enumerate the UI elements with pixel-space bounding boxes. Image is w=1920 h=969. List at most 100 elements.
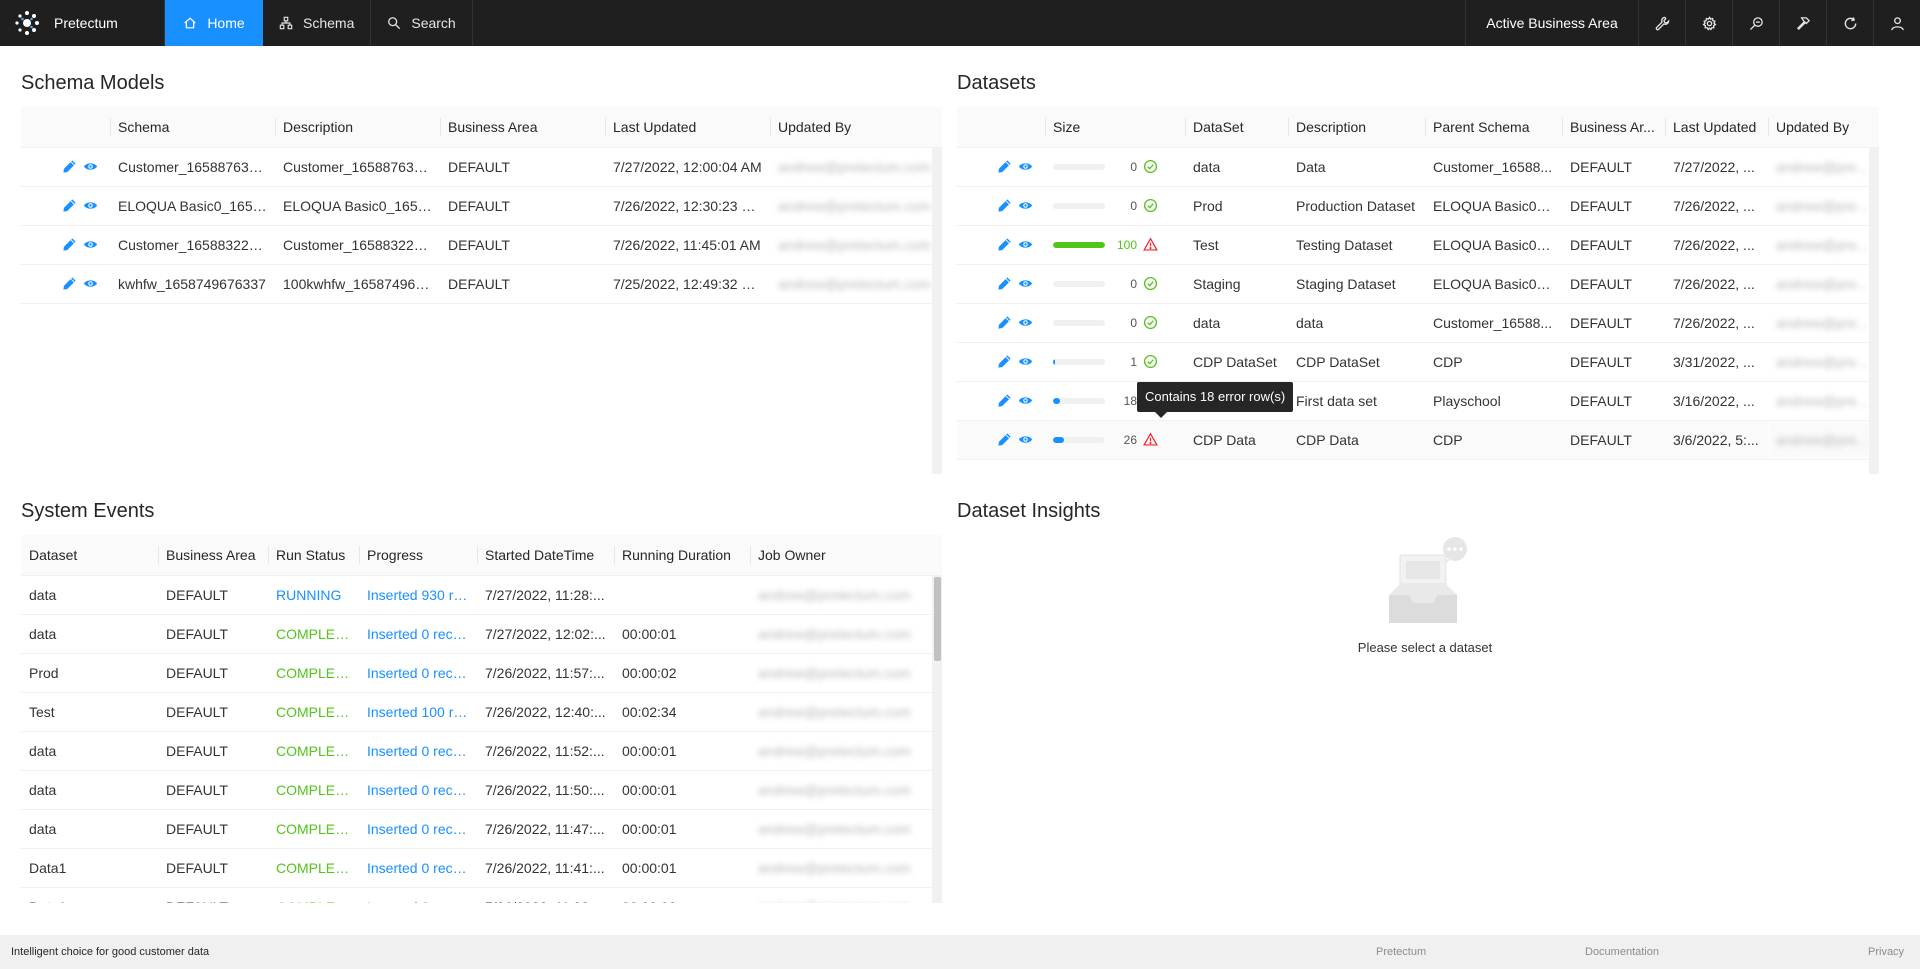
col-ds-description[interactable]: Description: [1288, 107, 1425, 148]
col-schema[interactable]: Schema: [110, 107, 275, 148]
view-icon[interactable]: [1018, 276, 1033, 291]
event-row[interactable]: data DEFAULT COMPLET... Inserted 0 record(s…: [21, 809, 942, 849]
system-events-scrollbar-thumb[interactable]: [934, 577, 941, 661]
col-ds-updated-by[interactable]: Updated By: [1768, 107, 1879, 148]
view-icon[interactable]: [83, 237, 98, 252]
event-progress[interactable]: Inserted 0 record(s): [359, 887, 477, 903]
dataset-row[interactable]: 26 CDP Data CDP Data CDP DEFAULT 3/6/2022, 5:…: [957, 420, 1879, 460]
view-icon[interactable]: [1018, 315, 1033, 330]
view-icon[interactable]: [1018, 198, 1033, 213]
col-se-business-area[interactable]: Business Area: [158, 535, 268, 576]
event-progress[interactable]: Inserted 0 record(s): [359, 809, 477, 849]
footer-link-privacy[interactable]: Privacy: [1868, 946, 1904, 958]
event-duration: 00:00:02: [614, 887, 750, 903]
view-icon[interactable]: [1018, 393, 1033, 408]
col-description[interactable]: Description: [275, 107, 440, 148]
event-progress[interactable]: Inserted 0 record(s): [359, 848, 477, 888]
event-progress[interactable]: Inserted 0 record(s): [359, 770, 477, 810]
col-se-run-status[interactable]: Run Status: [268, 535, 359, 576]
col-se-dataset[interactable]: Dataset: [21, 535, 158, 576]
edit-icon[interactable]: [62, 159, 77, 174]
view-icon[interactable]: [1018, 237, 1033, 252]
brand[interactable]: Pretectum: [0, 0, 164, 46]
status-ok[interactable]: [1143, 159, 1158, 174]
event-progress[interactable]: Inserted 0 record(s): [359, 614, 477, 654]
event-row[interactable]: Prod DEFAULT COMPLET... Inserted 0 record(s…: [21, 653, 942, 693]
tools-button[interactable]: [1638, 0, 1685, 46]
event-run-status: COMPLET...: [268, 848, 359, 888]
event-progress[interactable]: Inserted 100 records: [359, 692, 477, 732]
edit-icon[interactable]: [997, 237, 1012, 252]
dataset-row[interactable]: 18First data setFirst data setPlayschool…: [957, 381, 1879, 421]
col-ds-parent-schema[interactable]: Parent Schema: [1425, 107, 1562, 148]
col-se-started[interactable]: Started DateTime: [477, 535, 614, 576]
event-row[interactable]: data DEFAULT COMPLET... Inserted 0 record(s…: [21, 770, 942, 810]
col-ds-size[interactable]: Size: [1045, 107, 1185, 148]
event-row[interactable]: dataDEFAULTRUNNINGInserted 930 records7/…: [21, 575, 942, 615]
view-icon[interactable]: [83, 198, 98, 213]
schema-row[interactable]: Customer_165883227... Customer_165883227.…: [21, 225, 942, 265]
footer-link-pretectum[interactable]: Pretectum: [1376, 946, 1585, 958]
refresh-button[interactable]: [1826, 0, 1873, 46]
dataset-row[interactable]: 0 data data Customer_16588... DEFAULT 7/26/20…: [957, 303, 1879, 343]
schema-models-scrollbar[interactable]: [932, 147, 942, 474]
zoom-button[interactable]: [1732, 0, 1779, 46]
datasets-scrollbar[interactable]: [1869, 147, 1879, 474]
col-ds-business-area[interactable]: Business Ar...: [1562, 107, 1665, 148]
nav-schema[interactable]: Schema: [263, 0, 372, 46]
schema-row[interactable]: ELOQUA Basic0_16588... ELOQUA Basic0_1658…: [21, 186, 942, 226]
edit-icon[interactable]: [997, 432, 1012, 447]
build-button[interactable]: [1779, 0, 1826, 46]
event-row[interactable]: Data1DEFAULTCOMPLET...Inserted 0 record(…: [21, 887, 942, 903]
edit-icon[interactable]: [997, 198, 1012, 213]
edit-icon[interactable]: [997, 393, 1012, 408]
event-progress[interactable]: Inserted 0 record(s): [359, 731, 477, 771]
dataset-row[interactable]: 0 data Data Customer_16588... DEFAULT 7/27/20…: [957, 147, 1879, 187]
col-business-area[interactable]: Business Area: [440, 107, 605, 148]
edit-icon[interactable]: [997, 276, 1012, 291]
col-se-duration[interactable]: Running Duration: [614, 535, 750, 576]
dataset-row[interactable]: 1 CDP DataSet CDP DataSet CDP DEFAULT 3/31/20…: [957, 342, 1879, 382]
status-ok[interactable]: [1143, 354, 1158, 369]
event-row[interactable]: data DEFAULT COMPLET... Inserted 0 record(s…: [21, 614, 942, 654]
edit-icon[interactable]: [997, 159, 1012, 174]
view-icon[interactable]: [83, 159, 98, 174]
status-ok[interactable]: [1143, 198, 1158, 213]
event-row[interactable]: TestDEFAULTCOMPLET...Inserted 100 record…: [21, 692, 942, 732]
view-icon[interactable]: [1018, 159, 1033, 174]
schema-name: Customer_165883227...: [110, 225, 275, 265]
col-se-progress[interactable]: Progress: [359, 535, 477, 576]
edit-icon[interactable]: [997, 354, 1012, 369]
event-progress[interactable]: Inserted 0 record(s): [359, 653, 477, 693]
nav-home[interactable]: Home: [164, 0, 263, 46]
nav-search[interactable]: Search: [371, 0, 473, 46]
active-business-area-button[interactable]: Active Business Area: [1465, 0, 1638, 46]
edit-icon[interactable]: [62, 276, 77, 291]
col-ds-dataset[interactable]: DataSet: [1185, 107, 1288, 148]
status-ok[interactable]: [1143, 276, 1158, 291]
event-progress[interactable]: Inserted 930 records: [359, 575, 477, 615]
status-ok[interactable]: [1143, 315, 1158, 330]
view-icon[interactable]: [1018, 432, 1033, 447]
edit-icon[interactable]: [62, 198, 77, 213]
col-updated-by[interactable]: Updated By: [770, 107, 942, 148]
dataset-row[interactable]: 100 Test Testing Dataset ELOQUA Basic0_1...…: [957, 225, 1879, 265]
settings-button[interactable]: [1685, 0, 1732, 46]
event-row[interactable]: data DEFAULT COMPLET... Inserted 0 record(s…: [21, 731, 942, 771]
schema-row[interactable]: Customer_165887637... Customer_165887637.…: [21, 147, 942, 187]
col-se-owner[interactable]: Job Owner: [750, 535, 942, 576]
schema-row[interactable]: kwhfw_1658749676337 100kwhfw_165874967...…: [21, 264, 942, 304]
user-button[interactable]: [1873, 0, 1920, 46]
dataset-row[interactable]: 0 Prod Production Dataset ELOQUA Basic0_1..…: [957, 186, 1879, 226]
footer-link-documentation[interactable]: Documentation: [1585, 946, 1868, 958]
status-error[interactable]: [1143, 237, 1158, 252]
view-icon[interactable]: [83, 276, 98, 291]
view-icon[interactable]: [1018, 354, 1033, 369]
edit-icon[interactable]: [62, 237, 77, 252]
dataset-row[interactable]: 0 Staging Staging Dataset ELOQUA Basic0_1..…: [957, 264, 1879, 304]
status-error[interactable]: [1143, 432, 1158, 447]
col-last-updated[interactable]: Last Updated: [605, 107, 770, 148]
edit-icon[interactable]: [997, 315, 1012, 330]
col-ds-last-updated[interactable]: Last Updated: [1665, 107, 1768, 148]
event-row[interactable]: Data1DEFAULTCOMPLET...Inserted 0 record(…: [21, 848, 942, 888]
